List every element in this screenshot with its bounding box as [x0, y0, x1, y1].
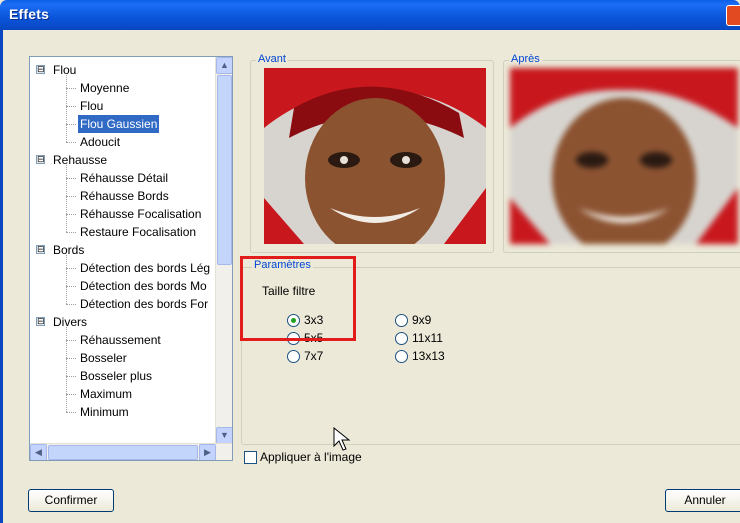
tree-item-label: Flou Gaussien [78, 115, 160, 133]
tree-connector [66, 106, 76, 107]
tree-item-label: Bosseler plus [80, 369, 153, 383]
collapse-icon[interactable]: ⊟ [36, 155, 45, 164]
tree-item[interactable]: Réhausse Focalisation [30, 205, 216, 223]
tree-item[interactable]: Flou Gaussien [30, 115, 216, 133]
tree-connector [66, 75, 67, 142]
effects-tree[interactable]: ⊟ Flou Moyenne Flou Flou Gaussien Adoucit ⊟ Reh… [29, 56, 233, 461]
after-preview-label: Après [509, 53, 542, 65]
scroll-left-arrow-icon[interactable]: ◀ [30, 444, 47, 460]
apply-to-image-checkbox[interactable] [244, 451, 257, 464]
before-preview-image [264, 68, 486, 244]
tree-connector [66, 124, 76, 125]
annotation-highlight-box [240, 256, 356, 341]
tree-connector [66, 232, 76, 233]
collapse-icon[interactable]: ⊟ [36, 317, 45, 326]
scroll-up-arrow-icon[interactable]: ▲ [216, 57, 232, 74]
tree-item[interactable]: Adoucit [30, 133, 216, 151]
tree-connector [66, 165, 67, 232]
tree-item[interactable]: Flou [30, 97, 216, 115]
tree-category-label: Flou [53, 63, 77, 77]
tree-category-label: Rehausse [53, 153, 108, 167]
tree-connector [66, 327, 67, 412]
tree-item-label: Flou [80, 99, 104, 113]
window-title: Effets [9, 6, 50, 22]
tree-connector [66, 286, 76, 287]
radio-icon [287, 350, 300, 363]
tree-item[interactable]: Détection des bords For [30, 295, 216, 313]
scroll-right-arrow-icon[interactable]: ▶ [199, 444, 216, 460]
confirm-button[interactable]: Confirmer [28, 489, 114, 512]
scroll-down-arrow-icon[interactable]: ▼ [216, 427, 232, 444]
tree-category-label: Bords [53, 243, 85, 257]
cancel-button[interactable]: Annuler [665, 489, 740, 512]
tree-item[interactable]: Bosseler [30, 349, 216, 367]
tree-item-label: Réhausse Focalisation [80, 207, 202, 221]
horizontal-scroll-thumb[interactable] [48, 445, 198, 460]
tree-connector [66, 88, 76, 89]
tree-item-label: Restaure Focalisation [80, 225, 197, 239]
tree-item[interactable]: Détection des bords Lég [30, 259, 216, 277]
tree-item-label: Maximum [80, 387, 133, 401]
tree-connector [66, 304, 76, 305]
tree-item-label: Bosseler [80, 351, 127, 365]
tree-connector [66, 214, 76, 215]
before-preview-label: Avant [256, 53, 288, 65]
tree-item[interactable]: Détection des bords Mo [30, 277, 216, 295]
tree-vertical-scrollbar[interactable]: ▲ ▼ [215, 57, 232, 444]
tree-connector [66, 268, 76, 269]
tree-item[interactable]: Minimum [30, 403, 216, 421]
tree-item-label: Détection des bords Lég [80, 261, 211, 275]
tree-connector [66, 340, 76, 341]
tree-connector [66, 376, 76, 377]
radio-icon [395, 332, 408, 345]
tree-connector [66, 178, 76, 179]
tree-item-label: Réhaussement [80, 333, 161, 347]
tree-item-label: Minimum [80, 405, 129, 419]
tree-item[interactable]: Moyenne [30, 79, 216, 97]
tree-item[interactable]: Bosseler plus [30, 367, 216, 385]
tree-connector [66, 412, 76, 413]
tree-item[interactable]: Réhausse Détail [30, 169, 216, 187]
tree-item-label: Détection des bords For [80, 297, 209, 311]
tree-category[interactable]: ⊟ Bords [30, 241, 216, 259]
title-bar: Effets [0, 0, 740, 30]
tree-connector [66, 142, 76, 143]
tree-connector [66, 255, 67, 304]
tree-category-label: Divers [53, 315, 88, 329]
mouse-cursor-icon [333, 427, 351, 451]
effects-tree-list: ⊟ Flou Moyenne Flou Flou Gaussien Adoucit ⊟ Reh… [30, 61, 216, 421]
radio-icon [395, 350, 408, 363]
after-preview-image [510, 68, 738, 244]
tree-connector [66, 394, 76, 395]
tree-connector [66, 358, 76, 359]
tree-item-label: Adoucit [80, 135, 121, 149]
tree-item[interactable]: Restaure Focalisation [30, 223, 216, 241]
collapse-icon[interactable]: ⊟ [36, 245, 45, 254]
tree-item-label: Moyenne [80, 81, 130, 95]
tree-item-label: Réhausse Bords [80, 189, 169, 203]
tree-category[interactable]: ⊟ Rehausse [30, 151, 216, 169]
tree-category[interactable]: ⊟ Flou [30, 61, 216, 79]
tree-category[interactable]: ⊟ Divers [30, 313, 216, 331]
tree-item-label: Réhausse Détail [80, 171, 169, 185]
vertical-scroll-thumb[interactable] [217, 75, 232, 265]
close-button[interactable] [726, 5, 740, 26]
collapse-icon[interactable]: ⊟ [36, 65, 45, 74]
tree-item[interactable]: Réhausse Bords [30, 187, 216, 205]
tree-connector [66, 196, 76, 197]
tree-item[interactable]: Réhaussement [30, 331, 216, 349]
radio-icon [395, 314, 408, 327]
tree-horizontal-scrollbar[interactable]: ◀ ▶ [30, 443, 232, 460]
tree-item-label: Détection des bords Mo [80, 279, 207, 293]
tree-item[interactable]: Maximum [30, 385, 216, 403]
